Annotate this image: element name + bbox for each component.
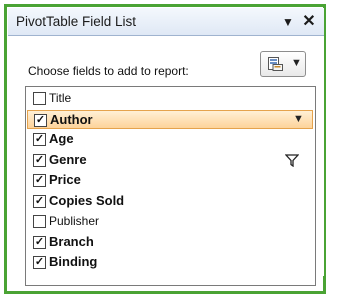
field-checkbox[interactable]: ✓ <box>33 194 46 208</box>
close-icon[interactable]: ✕ <box>299 12 319 32</box>
field-row-genre[interactable]: ✓ Genre <box>27 151 313 170</box>
pane-options-dropdown-icon[interactable]: ▼ <box>279 13 297 31</box>
field-label: Branch <box>49 233 94 249</box>
field-label: Genre <box>49 151 87 167</box>
field-row-author[interactable]: ✓ Author ▼ <box>27 109 313 129</box>
field-checkbox[interactable]: ✓ <box>34 113 47 127</box>
field-row-age[interactable]: ✓ Age <box>27 130 313 149</box>
field-checkbox[interactable]: ✓ <box>33 153 46 167</box>
field-label: Title <box>49 91 72 105</box>
field-row-binding[interactable]: ✓ Binding <box>27 253 313 272</box>
field-label: Copies Sold <box>49 192 125 208</box>
chevron-down-icon: ▼ <box>291 57 302 69</box>
field-row-copies-sold[interactable]: ✓ Copies Sold <box>27 192 313 211</box>
field-label: Author <box>50 111 93 127</box>
field-row-title[interactable]: Title <box>27 89 313 108</box>
field-label: Publisher <box>49 214 100 228</box>
field-label: Price <box>49 172 81 187</box>
field-list: Title ✓ Author ▼ ✓ Age ✓ Genre ✓ Price ✓ Copies Sol… <box>25 86 316 286</box>
field-label: Age <box>49 131 74 146</box>
pane-titlebar: PivotTable Field List ▼ ✕ <box>8 8 324 36</box>
field-dropdown-icon[interactable]: ▼ <box>293 113 304 125</box>
field-list-layout-icon <box>268 57 283 71</box>
field-checkbox[interactable] <box>33 92 46 105</box>
field-row-publisher[interactable]: Publisher <box>27 212 313 231</box>
choose-fields-label: Choose fields to add to report: <box>28 64 189 78</box>
pane-title: PivotTable Field List <box>16 14 137 29</box>
field-checkbox[interactable]: ✓ <box>33 256 46 269</box>
field-label: Binding <box>49 254 98 269</box>
filter-icon[interactable] <box>285 153 299 167</box>
field-list-layout-button[interactable]: ▼ <box>260 51 306 77</box>
field-checkbox[interactable]: ✓ <box>33 174 46 187</box>
field-checkbox[interactable]: ✓ <box>33 235 46 249</box>
field-checkbox[interactable]: ✓ <box>33 133 46 146</box>
field-row-branch[interactable]: ✓ Branch <box>27 233 313 252</box>
field-checkbox[interactable] <box>33 215 46 228</box>
field-row-price[interactable]: ✓ Price <box>27 171 313 190</box>
